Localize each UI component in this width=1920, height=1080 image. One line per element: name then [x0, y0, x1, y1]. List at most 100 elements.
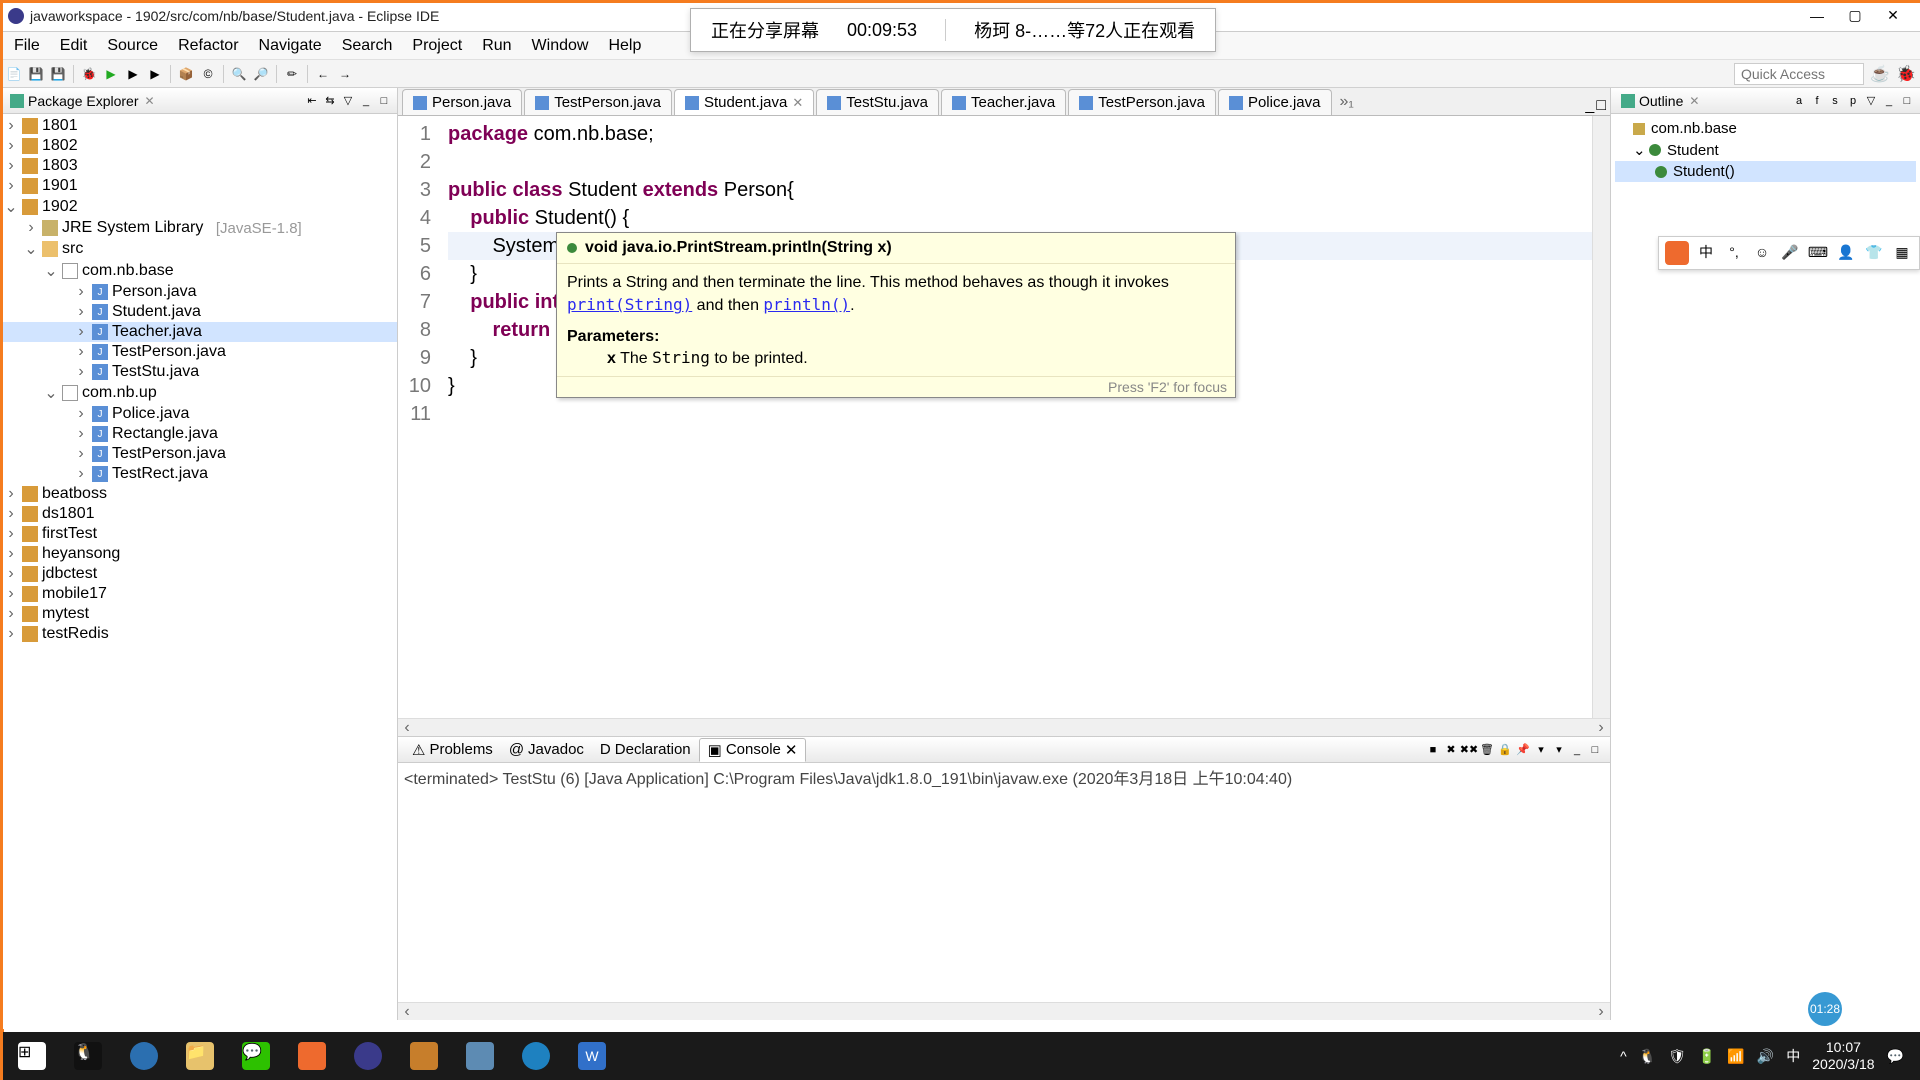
taskbar-app2[interactable]	[396, 1034, 452, 1078]
minimize-view-icon[interactable]: _	[357, 92, 375, 110]
sort-icon[interactable]: a	[1790, 92, 1808, 110]
ime-emoji-icon[interactable]: ☺	[1751, 241, 1773, 263]
search-icon[interactable]: 🔎	[251, 64, 271, 84]
ime-skin-icon[interactable]: 👕	[1863, 241, 1885, 263]
coverage-icon[interactable]: ▶	[123, 64, 143, 84]
ext-tools-icon[interactable]: ▶	[145, 64, 165, 84]
editor-tab[interactable]: TestPerson.java	[1068, 89, 1216, 115]
save-icon[interactable]: 💾	[26, 64, 46, 84]
save-all-icon[interactable]: 💾	[48, 64, 68, 84]
javadoc-link-println[interactable]: println()	[763, 295, 850, 314]
run-icon[interactable]: ▶	[101, 64, 121, 84]
open-type-icon[interactable]: 🔍	[229, 64, 249, 84]
ime-toolbox-icon[interactable]: ▦	[1891, 241, 1913, 263]
tray-ime-lang[interactable]: 中	[1786, 1046, 1800, 1066]
tray-expand-icon[interactable]: ^	[1620, 1048, 1627, 1064]
sogou-icon[interactable]	[1665, 241, 1689, 265]
menu-help[interactable]: Help	[598, 33, 651, 59]
view-menu-icon[interactable]: ▽	[339, 92, 357, 110]
hide-static-icon[interactable]: s	[1826, 92, 1844, 110]
display-select-icon[interactable]: ▾	[1532, 741, 1550, 759]
menu-file[interactable]: File	[4, 33, 50, 59]
minimize-editor-icon[interactable]: _	[1585, 97, 1594, 115]
minimize-button[interactable]: —	[1798, 2, 1836, 30]
action-center-icon[interactable]: 💬	[1887, 1048, 1904, 1065]
taskbar-eclipse[interactable]	[340, 1034, 396, 1078]
taskbar-app4[interactable]	[508, 1034, 564, 1078]
editor-vertical-scrollbar[interactable]	[1592, 116, 1610, 718]
javadoc-link-print[interactable]: print(String)	[567, 295, 692, 314]
close-icon[interactable]: ✕	[145, 94, 155, 108]
menu-window[interactable]: Window	[522, 33, 599, 59]
console-horizontal-scrollbar[interactable]: ‹›	[398, 1002, 1610, 1020]
taskbar-explorer[interactable]: 📁	[172, 1034, 228, 1078]
editor-horizontal-scrollbar[interactable]: ‹ ›	[398, 718, 1610, 736]
taskbar-app3[interactable]	[452, 1034, 508, 1078]
maximize-view-icon[interactable]: □	[1586, 741, 1604, 759]
taskbar-browser[interactable]	[116, 1034, 172, 1078]
tab-console[interactable]: ▣Console✕	[699, 738, 807, 762]
code-area[interactable]: package com.nb.base; public class Studen…	[442, 116, 1592, 718]
menu-run[interactable]: Run	[472, 33, 521, 59]
tray-wifi-icon[interactable]: 📶	[1727, 1048, 1744, 1065]
new-icon[interactable]: 📄	[4, 64, 24, 84]
taskbar-sublime[interactable]	[284, 1034, 340, 1078]
editor-tab[interactable]: TestStu.java	[816, 89, 939, 115]
minimize-view-icon[interactable]: _	[1880, 92, 1898, 110]
menu-project[interactable]: Project	[402, 33, 472, 59]
ime-lang[interactable]: 中	[1695, 241, 1717, 263]
close-button[interactable]: ✕	[1874, 2, 1912, 30]
ime-voice-icon[interactable]: 🎤	[1779, 241, 1801, 263]
new-package-icon[interactable]: 📦	[176, 64, 196, 84]
clear-console-icon[interactable]: 🗑	[1478, 741, 1496, 759]
terminate-icon[interactable]: ■	[1424, 741, 1442, 759]
ime-toolbar[interactable]: 中 °, ☺ 🎤 ⌨ 👤 👕 ▦	[1658, 236, 1920, 270]
view-menu-icon[interactable]: ▽	[1862, 92, 1880, 110]
package-explorer-tree[interactable]: ›1801 ›1802 ›1803 ›1901 ⌄1902 ›JRE Syste…	[0, 114, 397, 1020]
remove-all-icon[interactable]: ✖✖	[1460, 741, 1478, 759]
tab-javadoc[interactable]: @Javadoc	[501, 739, 592, 760]
menu-refactor[interactable]: Refactor	[168, 33, 248, 59]
minimize-view-icon[interactable]: _	[1568, 741, 1586, 759]
close-icon[interactable]: ✕	[785, 741, 798, 759]
ime-punct-icon[interactable]: °,	[1723, 241, 1745, 263]
tab-overflow-icon[interactable]: »₁	[1334, 89, 1360, 115]
close-icon[interactable]: ✕	[792, 95, 803, 111]
taskbar-wps[interactable]: W	[564, 1034, 620, 1078]
open-console-icon[interactable]: ▾	[1550, 741, 1568, 759]
editor-tab-active[interactable]: Student.java✕	[674, 89, 814, 115]
taskbar-app[interactable]: 🐧	[60, 1034, 116, 1078]
taskbar-clock[interactable]: 10:07 2020/3/18	[1812, 1039, 1874, 1073]
hide-fields-icon[interactable]: f	[1808, 92, 1826, 110]
maximize-view-icon[interactable]: □	[1898, 92, 1916, 110]
scroll-left-icon[interactable]: ‹	[398, 719, 416, 737]
new-class-icon[interactable]: ©	[198, 64, 218, 84]
maximize-view-icon[interactable]: □	[375, 92, 393, 110]
link-editor-icon[interactable]: ⇆	[321, 92, 339, 110]
editor-tab[interactable]: Teacher.java	[941, 89, 1066, 115]
remove-launch-icon[interactable]: ✖	[1442, 741, 1460, 759]
editor-tab[interactable]: Person.java	[402, 89, 522, 115]
ime-login-icon[interactable]: 👤	[1835, 241, 1857, 263]
perspective-java-icon[interactable]: ☕	[1870, 64, 1890, 84]
maximize-editor-icon[interactable]: □	[1596, 97, 1606, 115]
forward-icon[interactable]: →	[335, 64, 355, 84]
debug-icon[interactable]: 🐞	[79, 64, 99, 84]
tray-app-icon[interactable]: 🐧	[1639, 1048, 1656, 1065]
maximize-button[interactable]: ▢	[1836, 2, 1874, 30]
editor-tab[interactable]: TestPerson.java	[524, 89, 672, 115]
collapse-all-icon[interactable]: ⇤	[303, 92, 321, 110]
menu-navigate[interactable]: Navigate	[249, 33, 332, 59]
quick-access-input[interactable]	[1734, 63, 1864, 85]
scroll-lock-icon[interactable]: 🔒	[1496, 741, 1514, 759]
back-icon[interactable]: ←	[313, 64, 333, 84]
editor-tab[interactable]: Police.java	[1218, 89, 1332, 115]
close-icon[interactable]: ✕	[1689, 94, 1699, 108]
pin-console-icon[interactable]: 📌	[1514, 741, 1532, 759]
tray-security-icon[interactable]: 🛡	[1668, 1048, 1686, 1065]
tray-volume-icon[interactable]: 🔊	[1757, 1048, 1774, 1065]
menu-source[interactable]: Source	[97, 33, 168, 59]
ime-keyboard-icon[interactable]: ⌨	[1807, 241, 1829, 263]
console-body[interactable]: <terminated> TestStu (6) [Java Applicati…	[398, 763, 1610, 1002]
editor-body[interactable]: 1234567891011 package com.nb.base; publi…	[398, 116, 1610, 718]
